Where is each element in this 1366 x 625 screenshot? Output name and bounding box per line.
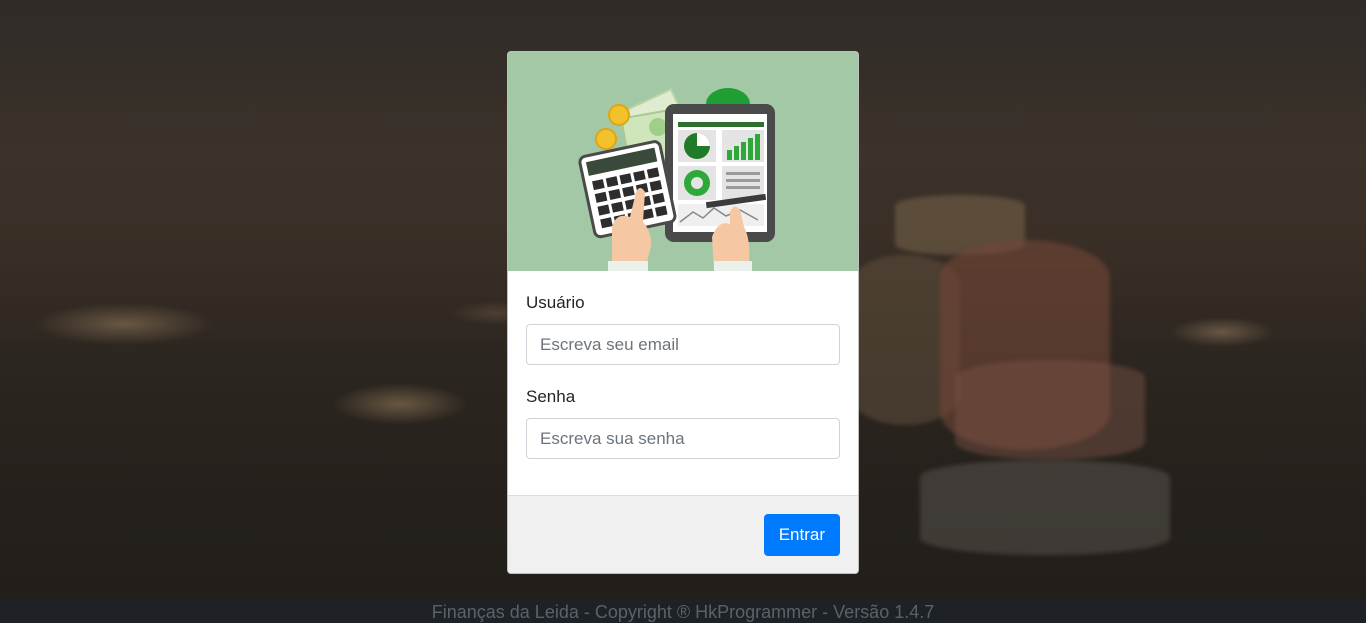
finance-illustration <box>508 52 858 271</box>
username-label: Usuário <box>526 293 585 312</box>
card-footer: Entrar <box>508 495 858 573</box>
coin-stack-decoration <box>920 460 1170 555</box>
username-input[interactable] <box>526 324 840 365</box>
password-label: Senha <box>526 387 576 406</box>
login-button[interactable]: Entrar <box>763 514 840 556</box>
page-footer: Finanças da Leida - Copyright ® HkProgra… <box>0 599 1366 623</box>
finance-calculator-tablet-icon <box>578 87 775 271</box>
login-card: Usuário Senha Entrar <box>507 51 859 574</box>
coin-stack-decoration <box>955 360 1145 460</box>
password-input[interactable] <box>526 418 840 459</box>
footer-copyright-text: Finanças da Leida - Copyright ® HkProgra… <box>431 602 935 622</box>
